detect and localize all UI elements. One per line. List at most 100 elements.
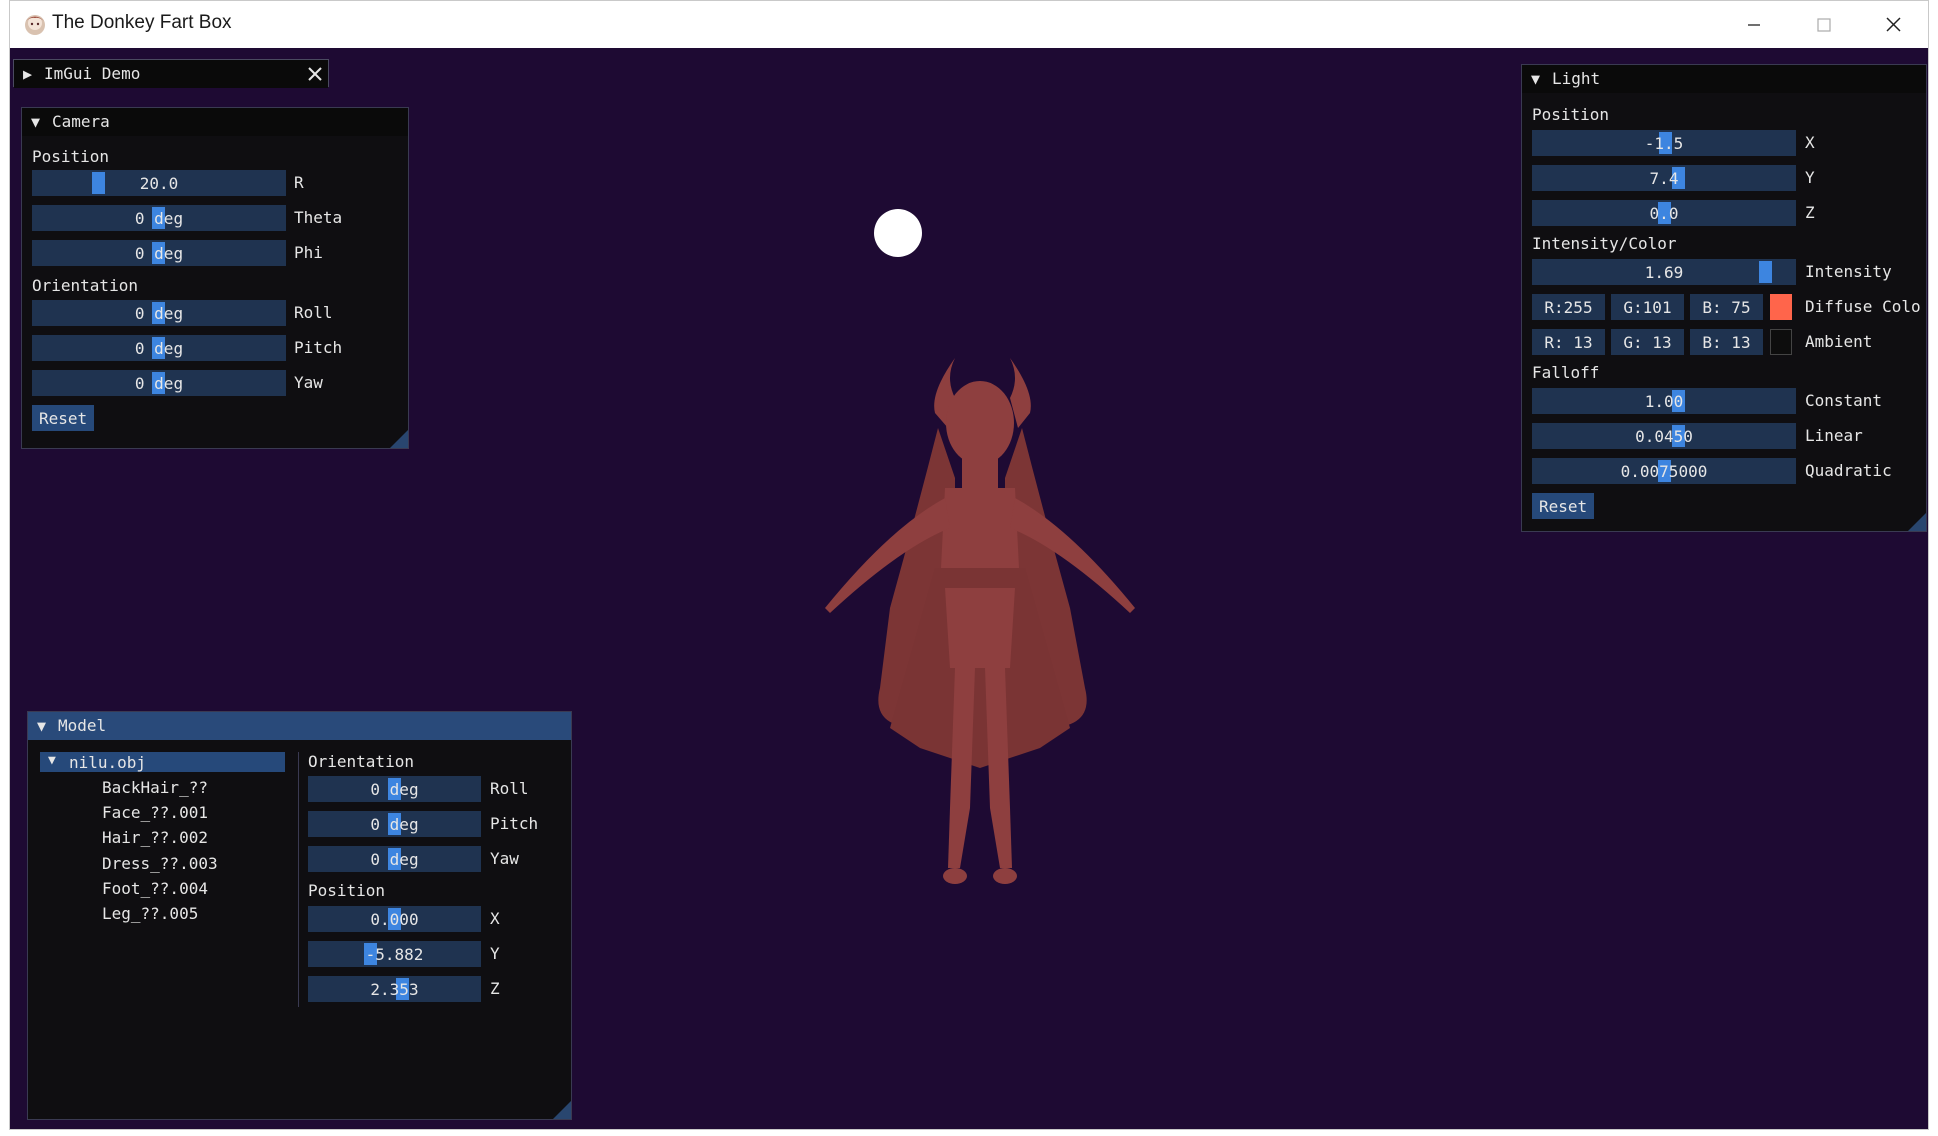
- column-divider[interactable]: [298, 752, 299, 1007]
- character-model: [825, 358, 1135, 884]
- camera-r-slider[interactable]: 20.0: [32, 170, 286, 196]
- tree-root-node[interactable]: ▼ nilu.obj: [40, 752, 285, 772]
- collapse-arrow-icon[interactable]: ▼: [1531, 70, 1540, 88]
- field-value: 0 deg: [370, 815, 419, 834]
- light-y-slider[interactable]: 7.4: [1532, 165, 1796, 191]
- button-label: Reset: [1539, 497, 1588, 516]
- light-quadratic-slider[interactable]: 0.0075000: [1532, 458, 1796, 484]
- ambient-r-field[interactable]: R: 13: [1532, 329, 1605, 355]
- model-yaw-slider[interactable]: 0 deg: [308, 846, 481, 872]
- light-constant-slider[interactable]: 1.00: [1532, 388, 1796, 414]
- light-z-slider[interactable]: 0.0: [1532, 200, 1796, 226]
- camera-theta-slider[interactable]: 0 deg: [32, 205, 286, 231]
- resize-grip[interactable]: [390, 430, 408, 448]
- light-intensity-slider[interactable]: 1.69: [1532, 259, 1796, 285]
- tree-child-item[interactable]: Leg_??.005: [102, 904, 198, 923]
- field-value: 0 deg: [134, 304, 184, 323]
- field-label: Theta: [294, 208, 343, 227]
- tree-child-item[interactable]: Dress_??.003: [102, 854, 218, 873]
- field-value: R: 13: [1544, 333, 1593, 352]
- maximize-icon: [1817, 18, 1831, 32]
- close-button[interactable]: [1858, 1, 1928, 48]
- collapse-arrow-icon[interactable]: ▼: [37, 717, 46, 735]
- model-x-slider[interactable]: 0.000: [308, 906, 481, 932]
- field-label: Yaw: [294, 373, 323, 392]
- field-label: Roll: [294, 303, 333, 322]
- field-value: 0 deg: [134, 374, 184, 393]
- light-linear-slider[interactable]: 0.0450: [1532, 423, 1796, 449]
- collapse-arrow-icon[interactable]: ▶: [23, 65, 32, 83]
- field-label: Roll: [490, 779, 529, 798]
- camera-roll-slider[interactable]: 0 deg: [32, 300, 286, 326]
- field-value: 20.0: [139, 174, 179, 193]
- ambient-b-field[interactable]: B: 13: [1690, 329, 1763, 355]
- model-roll-slider[interactable]: 0 deg: [308, 776, 481, 802]
- field-label: Diffuse Colo: [1805, 297, 1921, 316]
- section-label-position: Position: [1532, 105, 1610, 124]
- panel-title: Camera: [52, 112, 110, 131]
- maximize-button[interactable]: [1788, 1, 1858, 48]
- field-label: Z: [490, 979, 500, 998]
- camera-yaw-slider[interactable]: 0 deg: [32, 370, 286, 396]
- field-value: 2.353: [370, 980, 419, 999]
- field-value: R:255: [1544, 298, 1593, 317]
- field-value: -5.882: [365, 945, 424, 964]
- tree-child-item[interactable]: Face_??.001: [102, 803, 208, 822]
- model-titlebar[interactable]: ▼ Model: [28, 712, 571, 740]
- section-label-orientation: Orientation: [32, 276, 138, 295]
- model-z-slider[interactable]: 2.353: [308, 976, 481, 1002]
- field-label: Yaw: [490, 849, 519, 868]
- field-label: R: [294, 173, 304, 192]
- model-pitch-slider[interactable]: 0 deg: [308, 811, 481, 837]
- field-value: 1.69: [1644, 263, 1684, 282]
- light-titlebar[interactable]: ▼ Light: [1522, 65, 1926, 93]
- resize-grip[interactable]: [553, 1101, 571, 1119]
- section-label-position: Position: [308, 881, 386, 900]
- field-label: X: [1805, 133, 1815, 152]
- panel-title: ImGui Demo: [44, 64, 141, 83]
- field-label: Pitch: [294, 338, 343, 357]
- panel-title: Light: [1552, 69, 1601, 88]
- light-panel: ▼ Light Position -1.5 X 7.4 Y 0.0 Z Inte…: [1521, 64, 1927, 532]
- diffuse-color-swatch[interactable]: [1770, 294, 1792, 320]
- tree-child-item[interactable]: Foot_??.004: [102, 879, 208, 898]
- field-value: 0.0: [1649, 204, 1679, 223]
- field-label: Z: [1805, 203, 1815, 222]
- light-reset-button[interactable]: Reset: [1532, 493, 1594, 519]
- field-label: Pitch: [490, 814, 539, 833]
- collapse-arrow-icon[interactable]: ▼: [31, 113, 40, 131]
- tree-root-label: nilu.obj: [69, 753, 147, 772]
- field-value: B: 13: [1702, 333, 1751, 352]
- ambient-color-swatch[interactable]: [1770, 329, 1792, 355]
- camera-reset-button[interactable]: Reset: [32, 405, 94, 431]
- resize-grip[interactable]: [1908, 513, 1926, 531]
- field-label: Y: [490, 944, 500, 963]
- app-icon: [25, 15, 45, 35]
- camera-pitch-slider[interactable]: 0 deg: [32, 335, 286, 361]
- camera-phi-slider[interactable]: 0 deg: [32, 240, 286, 266]
- app-window: The Donkey Fart Box ▶ ImGui Demo ▼ Camer…: [9, 0, 1929, 1130]
- diffuse-r-field[interactable]: R:255: [1532, 294, 1605, 320]
- field-value: 7.4: [1649, 169, 1679, 188]
- diffuse-b-field[interactable]: B: 75: [1690, 294, 1763, 320]
- title-bar[interactable]: The Donkey Fart Box: [10, 1, 1928, 49]
- field-value: -1.5: [1644, 134, 1684, 153]
- imgui-demo-titlebar[interactable]: ▶ ImGui Demo: [14, 60, 328, 88]
- light-source: [874, 209, 922, 257]
- light-x-slider[interactable]: -1.5: [1532, 130, 1796, 156]
- camera-titlebar[interactable]: ▼ Camera: [22, 108, 408, 136]
- tree-child-item[interactable]: BackHair_??: [102, 778, 208, 797]
- imgui-demo-window[interactable]: ▶ ImGui Demo: [13, 59, 329, 88]
- minimize-button[interactable]: [1718, 1, 1788, 48]
- diffuse-g-field[interactable]: G:101: [1611, 294, 1684, 320]
- minimize-icon: [1748, 24, 1760, 26]
- close-icon[interactable]: [306, 65, 324, 83]
- field-value: 0.0450: [1635, 427, 1693, 446]
- model-y-slider[interactable]: -5.882: [308, 941, 481, 967]
- field-label: X: [490, 909, 500, 928]
- field-label: Ambient: [1805, 332, 1873, 351]
- ambient-g-field[interactable]: G: 13: [1611, 329, 1684, 355]
- field-value: 0 deg: [134, 339, 184, 358]
- tree-child-item[interactable]: Hair_??.002: [102, 828, 208, 847]
- tree-expand-icon[interactable]: ▼: [48, 753, 56, 768]
